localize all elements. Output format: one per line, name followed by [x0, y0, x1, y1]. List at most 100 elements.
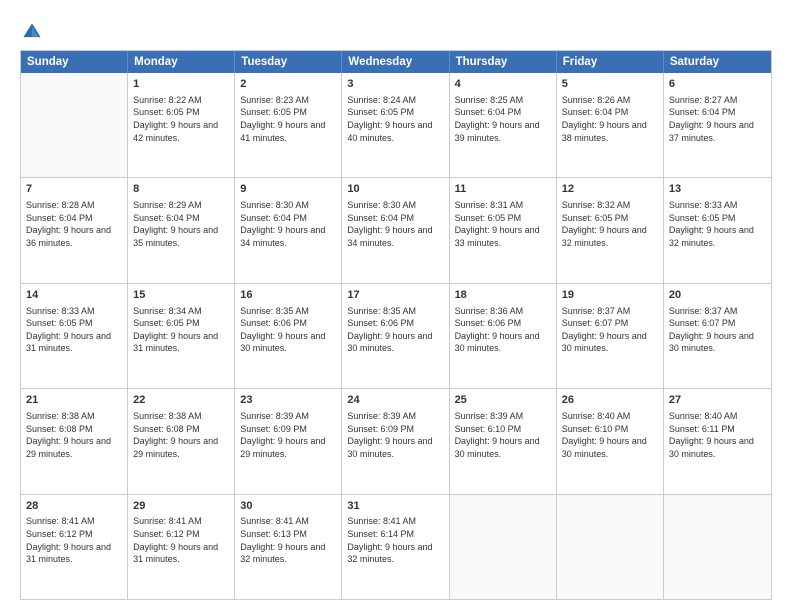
calendar-cell: 29Sunrise: 8:41 AMSunset: 6:12 PMDayligh… — [128, 495, 235, 599]
cell-info: Sunrise: 8:24 AMSunset: 6:05 PMDaylight:… — [347, 94, 443, 144]
calendar-cell: 27 Sunrise: 8:40 AMSunset: 6:11 PMDayligh… — [664, 389, 771, 493]
day-number: 18 — [455, 288, 551, 303]
day-number: 25 — [455, 393, 551, 408]
calendar-cell: 30Sunrise: 8:41 AMSunset: 6:13 PMDayligh… — [235, 495, 342, 599]
calendar-cell: 19Sunrise: 8:37 AMSunset: 6:07 PMDayligh… — [557, 284, 664, 388]
day-number: 31 — [347, 499, 443, 514]
calendar-header-cell: Monday — [128, 51, 235, 73]
cell-info: Sunrise: 8:27 AMSunset: 6:04 PMDaylight:… — [669, 94, 766, 144]
cell-info: Sunrise: 8:37 AMSunset: 6:07 PMDaylight:… — [669, 305, 766, 355]
cell-info: Sunrise: 8:35 AMSunset: 6:06 PMDaylight:… — [347, 305, 443, 355]
day-number: 15 — [133, 288, 229, 303]
calendar-cell: 12Sunrise: 8:32 AMSunset: 6:05 PMDayligh… — [557, 178, 664, 282]
calendar-body: 1Sunrise: 8:22 AMSunset: 6:05 PMDaylight… — [21, 73, 771, 599]
cell-info: Sunrise: 8:22 AMSunset: 6:05 PMDaylight:… — [133, 94, 229, 144]
cell-info: Sunrise: 8:41 AMSunset: 6:12 PMDaylight:… — [26, 515, 122, 565]
logo-icon — [20, 20, 44, 44]
calendar: SundayMondayTuesdayWednesdayThursdayFrid… — [20, 50, 772, 600]
day-number: 29 — [133, 499, 229, 514]
calendar-cell: 17 Sunrise: 8:35 AMSunset: 6:06 PMDayligh… — [342, 284, 449, 388]
cell-info: Sunrise: 8:37 AMSunset: 6:07 PMDaylight:… — [562, 305, 658, 355]
calendar-cell — [450, 495, 557, 599]
day-number: 24 — [347, 393, 443, 408]
day-number: 3 — [347, 77, 443, 92]
calendar-cell: 5 Sunrise: 8:26 AMSunset: 6:04 PMDaylight… — [557, 73, 664, 177]
calendar-cell: 26 Sunrise: 8:40 AMSunset: 6:10 PMDayligh… — [557, 389, 664, 493]
calendar-cell — [557, 495, 664, 599]
calendar-row: 1Sunrise: 8:22 AMSunset: 6:05 PMDaylight… — [21, 73, 771, 178]
cell-info: Sunrise: 8:40 AMSunset: 6:10 PMDaylight:… — [562, 410, 658, 460]
cell-info: Sunrise: 8:33 AMSunset: 6:05 PMDaylight:… — [669, 199, 766, 249]
day-number: 16 — [240, 288, 336, 303]
calendar-cell: 16 Sunrise: 8:35 AMSunset: 6:06 PMDayligh… — [235, 284, 342, 388]
day-number: 26 — [562, 393, 658, 408]
cell-info: Sunrise: 8:41 AMSunset: 6:14 PMDaylight:… — [347, 515, 443, 565]
cell-info: Sunrise: 8:41 AMSunset: 6:13 PMDaylight:… — [240, 515, 336, 565]
cell-info: Sunrise: 8:33 AMSunset: 6:05 PMDaylight:… — [26, 305, 122, 355]
calendar-cell: 23 Sunrise: 8:39 AMSunset: 6:09 PMDayligh… — [235, 389, 342, 493]
day-number: 17 — [347, 288, 443, 303]
calendar-cell: 3 Sunrise: 8:24 AMSunset: 6:05 PMDaylight… — [342, 73, 449, 177]
cell-info: Sunrise: 8:26 AMSunset: 6:04 PMDaylight:… — [562, 94, 658, 144]
calendar-cell: 4Sunrise: 8:25 AMSunset: 6:04 PMDaylight… — [450, 73, 557, 177]
day-number: 8 — [133, 182, 229, 197]
cell-info: Sunrise: 8:39 AMSunset: 6:10 PMDaylight:… — [455, 410, 551, 460]
calendar-cell: 1Sunrise: 8:22 AMSunset: 6:05 PMDaylight… — [128, 73, 235, 177]
calendar-cell: 14 Sunrise: 8:33 AMSunset: 6:05 PMDayligh… — [21, 284, 128, 388]
calendar-header: SundayMondayTuesdayWednesdayThursdayFrid… — [21, 51, 771, 73]
logo — [20, 20, 48, 44]
cell-info: Sunrise: 8:31 AMSunset: 6:05 PMDaylight:… — [455, 199, 551, 249]
page: SundayMondayTuesdayWednesdayThursdayFrid… — [0, 0, 792, 612]
calendar-row: 21 Sunrise: 8:38 AMSunset: 6:08 PMDayligh… — [21, 389, 771, 494]
calendar-cell: 28Sunrise: 8:41 AMSunset: 6:12 PMDayligh… — [21, 495, 128, 599]
calendar-header-cell: Saturday — [664, 51, 771, 73]
cell-info: Sunrise: 8:38 AMSunset: 6:08 PMDaylight:… — [26, 410, 122, 460]
day-number: 27 — [669, 393, 766, 408]
day-number: 10 — [347, 182, 443, 197]
calendar-header-cell: Friday — [557, 51, 664, 73]
calendar-cell: 25 Sunrise: 8:39 AMSunset: 6:10 PMDayligh… — [450, 389, 557, 493]
day-number: 22 — [133, 393, 229, 408]
day-number: 11 — [455, 182, 551, 197]
calendar-cell — [664, 495, 771, 599]
cell-info: Sunrise: 8:29 AMSunset: 6:04 PMDaylight:… — [133, 199, 229, 249]
cell-info: Sunrise: 8:30 AMSunset: 6:04 PMDaylight:… — [347, 199, 443, 249]
calendar-cell: 15 Sunrise: 8:34 AMSunset: 6:05 PMDayligh… — [128, 284, 235, 388]
header — [20, 16, 772, 44]
day-number: 4 — [455, 77, 551, 92]
cell-info: Sunrise: 8:40 AMSunset: 6:11 PMDaylight:… — [669, 410, 766, 460]
calendar-row: 14 Sunrise: 8:33 AMSunset: 6:05 PMDayligh… — [21, 284, 771, 389]
calendar-cell — [21, 73, 128, 177]
calendar-row: 7 Sunrise: 8:28 AMSunset: 6:04 PMDaylight… — [21, 178, 771, 283]
calendar-cell: 22 Sunrise: 8:38 AMSunset: 6:08 PMDayligh… — [128, 389, 235, 493]
calendar-cell: 9 Sunrise: 8:30 AMSunset: 6:04 PMDaylight… — [235, 178, 342, 282]
cell-info: Sunrise: 8:34 AMSunset: 6:05 PMDaylight:… — [133, 305, 229, 355]
cell-info: Sunrise: 8:39 AMSunset: 6:09 PMDaylight:… — [240, 410, 336, 460]
cell-info: Sunrise: 8:38 AMSunset: 6:08 PMDaylight:… — [133, 410, 229, 460]
calendar-cell: 8 Sunrise: 8:29 AMSunset: 6:04 PMDaylight… — [128, 178, 235, 282]
day-number: 2 — [240, 77, 336, 92]
cell-info: Sunrise: 8:30 AMSunset: 6:04 PMDaylight:… — [240, 199, 336, 249]
cell-info: Sunrise: 8:39 AMSunset: 6:09 PMDaylight:… — [347, 410, 443, 460]
cell-info: Sunrise: 8:23 AMSunset: 6:05 PMDaylight:… — [240, 94, 336, 144]
day-number: 7 — [26, 182, 122, 197]
day-number: 23 — [240, 393, 336, 408]
day-number: 14 — [26, 288, 122, 303]
day-number: 6 — [669, 77, 766, 92]
day-number: 9 — [240, 182, 336, 197]
day-number: 21 — [26, 393, 122, 408]
calendar-cell: 18 Sunrise: 8:36 AMSunset: 6:06 PMDayligh… — [450, 284, 557, 388]
calendar-header-cell: Tuesday — [235, 51, 342, 73]
cell-info: Sunrise: 8:36 AMSunset: 6:06 PMDaylight:… — [455, 305, 551, 355]
calendar-cell: 20Sunrise: 8:37 AMSunset: 6:07 PMDayligh… — [664, 284, 771, 388]
calendar-cell: 31Sunrise: 8:41 AMSunset: 6:14 PMDayligh… — [342, 495, 449, 599]
calendar-cell: 6 Sunrise: 8:27 AMSunset: 6:04 PMDaylight… — [664, 73, 771, 177]
calendar-row: 28Sunrise: 8:41 AMSunset: 6:12 PMDayligh… — [21, 495, 771, 599]
calendar-cell: 11 Sunrise: 8:31 AMSunset: 6:05 PMDayligh… — [450, 178, 557, 282]
cell-info: Sunrise: 8:35 AMSunset: 6:06 PMDaylight:… — [240, 305, 336, 355]
calendar-header-cell: Wednesday — [342, 51, 449, 73]
calendar-header-cell: Sunday — [21, 51, 128, 73]
cell-info: Sunrise: 8:28 AMSunset: 6:04 PMDaylight:… — [26, 199, 122, 249]
day-number: 5 — [562, 77, 658, 92]
day-number: 12 — [562, 182, 658, 197]
